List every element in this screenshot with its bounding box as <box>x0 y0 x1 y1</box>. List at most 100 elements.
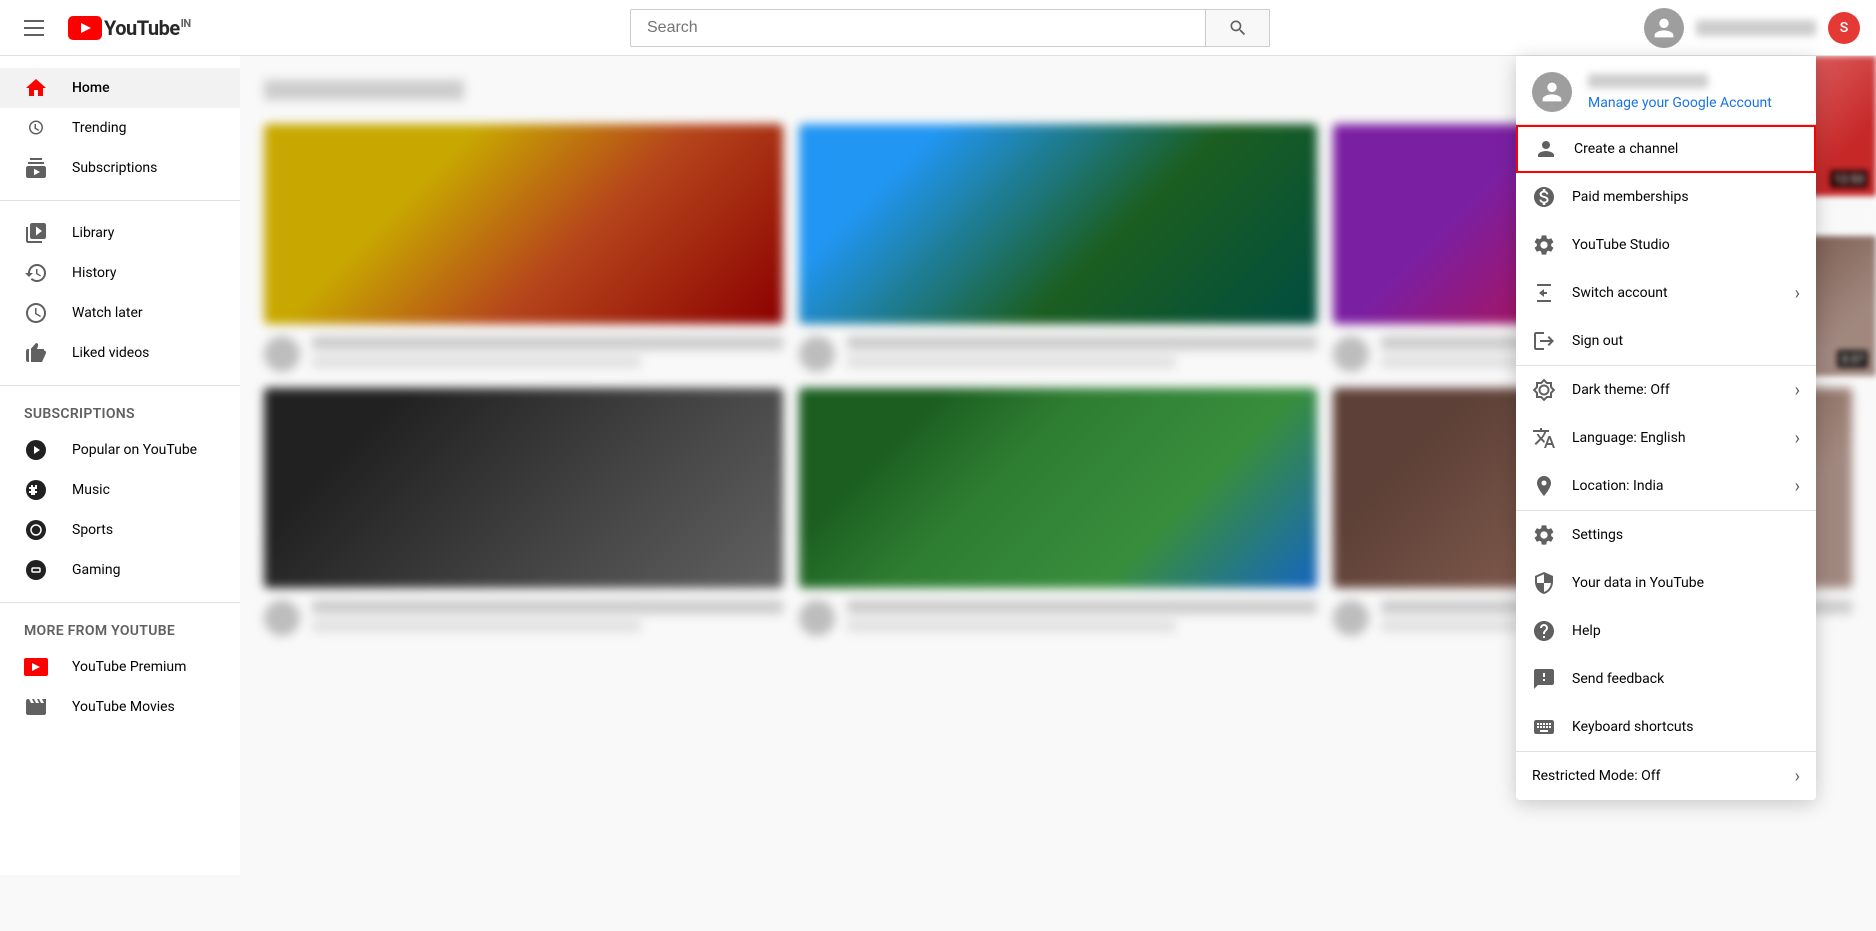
dropdown-item-sign-out[interactable]: Sign out <box>1516 317 1816 365</box>
premium-icon <box>24 655 48 679</box>
sidebar-item-home[interactable]: Home <box>0 68 240 108</box>
sign-out-label: Sign out <box>1572 333 1800 349</box>
video-meta-5 <box>847 620 1176 632</box>
location-label: Location: India <box>1572 478 1664 494</box>
gaming-icon <box>24 558 48 582</box>
help-icon <box>1532 619 1556 643</box>
video-thumbnail-1 <box>264 124 783 324</box>
avatar-icon <box>1650 14 1678 42</box>
dropdown-item-create-channel[interactable]: Create a channel <box>1516 125 1816 173</box>
sidebar-item-library[interactable]: Library <box>0 213 240 253</box>
video-avatar-5 <box>799 600 835 636</box>
popular-icon <box>24 438 48 462</box>
video-thumbnail-5 <box>799 388 1318 588</box>
dropdown-item-language[interactable]: Language: English › <box>1516 414 1816 462</box>
dropdown-item-your-data[interactable]: Your data in YouTube <box>1516 559 1816 607</box>
dropdown-item-location[interactable]: Location: India › <box>1516 462 1816 510</box>
sidebar-divider-1 <box>0 200 240 201</box>
user-dropdown-menu: Manage your Google Account Create a chan… <box>1516 56 1816 800</box>
dropdown-item-send-feedback[interactable]: Send feedback <box>1516 655 1816 703</box>
video-avatar-1 <box>264 336 300 372</box>
dropdown-item-youtube-studio[interactable]: YouTube Studio <box>1516 221 1816 269</box>
user-avatar[interactable] <box>1644 8 1684 48</box>
video-avatar-3 <box>1333 336 1369 372</box>
dropdown-avatar-icon <box>1538 78 1566 106</box>
video-card-4[interactable] <box>264 388 783 636</box>
dropdown-item-switch-account[interactable]: Switch account › <box>1516 269 1816 317</box>
home-icon <box>24 76 48 100</box>
video-avatar-2 <box>799 336 835 372</box>
dropdown-username-blurred <box>1588 74 1708 88</box>
user-avatar-small[interactable]: S <box>1828 12 1860 44</box>
video-card-2[interactable] <box>799 124 1318 372</box>
sidebar-item-subscriptions[interactable]: Subscriptions <box>0 148 240 188</box>
dropdown-item-settings[interactable]: Settings <box>1516 511 1816 559</box>
video-avatar-4 <box>264 600 300 636</box>
dropdown-user-section: Manage your Google Account <box>1516 56 1816 125</box>
search-input[interactable] <box>631 10 1205 46</box>
switch-account-chevron-icon: › <box>1795 283 1800 304</box>
watch-later-icon <box>24 301 48 325</box>
send-feedback-icon <box>1532 667 1556 691</box>
settings-label: Settings <box>1572 527 1800 543</box>
video-card-1[interactable] <box>264 124 783 372</box>
video-title-1 <box>312 336 783 350</box>
sidebar-item-watch-later[interactable]: Watch later <box>0 293 240 333</box>
send-feedback-label: Send feedback <box>1572 671 1800 687</box>
sidebar-item-history[interactable]: History <box>0 253 240 293</box>
subscriptions-icon <box>24 156 48 180</box>
sidebar-divider-2 <box>0 385 240 386</box>
dropdown-item-paid-memberships[interactable]: Paid memberships <box>1516 173 1816 221</box>
page-title <box>264 80 464 100</box>
dark-theme-icon <box>1532 378 1556 402</box>
dropdown-item-help[interactable]: Help <box>1516 607 1816 655</box>
paid-memberships-icon <box>1532 185 1556 209</box>
dark-theme-label: Dark theme: Off <box>1572 382 1670 398</box>
sidebar-item-trending[interactable]: Trending <box>0 108 240 148</box>
header: YouTubeIN S <box>0 0 1876 56</box>
keyboard-shortcuts-label: Keyboard shortcuts <box>1572 719 1800 735</box>
search-button[interactable] <box>1205 10 1269 46</box>
video-title-2 <box>847 336 1318 350</box>
hamburger-button[interactable] <box>16 12 52 44</box>
sidebar-item-premium[interactable]: YouTube Premium <box>0 647 240 687</box>
video-thumbnail-2 <box>799 124 1318 324</box>
header-center <box>256 9 1644 47</box>
sidebar-item-sports[interactable]: Sports <box>0 510 240 550</box>
liked-videos-icon <box>24 341 48 365</box>
video-meta-1 <box>312 356 641 368</box>
right-thumb-2-duration: 3:37 <box>1837 350 1868 368</box>
sidebar-item-popular[interactable]: Popular on YouTube <box>0 430 240 470</box>
paid-memberships-label: Paid memberships <box>1572 189 1800 205</box>
language-chevron-icon: › <box>1795 428 1800 449</box>
create-channel-label: Create a channel <box>1574 141 1798 157</box>
dropdown-item-dark-theme[interactable]: Dark theme: Off › <box>1516 366 1816 414</box>
logo-text: YouTubeIN <box>104 16 191 40</box>
dropdown-item-keyboard-shortcuts[interactable]: Keyboard shortcuts <box>1516 703 1816 751</box>
video-meta-2 <box>847 356 1176 368</box>
language-label: Language: English <box>1572 430 1686 446</box>
dropdown-section-2: Dark theme: Off › Language: English › Lo… <box>1516 366 1816 511</box>
sidebar-item-music[interactable]: Music <box>0 470 240 510</box>
youtube-logo[interactable]: YouTubeIN <box>68 16 191 40</box>
location-chevron-icon: › <box>1795 476 1800 497</box>
subscriptions-section-title: SUBSCRIPTIONS <box>0 398 240 430</box>
sidebar-item-gaming[interactable]: Gaming <box>0 550 240 590</box>
sign-out-icon <box>1532 329 1556 353</box>
dark-theme-chevron-icon: › <box>1795 380 1800 401</box>
create-channel-icon <box>1534 137 1558 161</box>
sidebar-item-movies[interactable]: YouTube Movies <box>0 687 240 727</box>
youtube-logo-icon <box>68 16 102 40</box>
movies-icon <box>24 695 48 719</box>
help-label: Help <box>1572 623 1800 639</box>
dropdown-restricted-mode[interactable]: Restricted Mode: Off › <box>1516 752 1816 800</box>
manage-google-account-link[interactable]: Manage your Google Account <box>1588 95 1772 111</box>
sidebar-item-liked-videos[interactable]: Liked videos <box>0 333 240 373</box>
keyboard-shortcuts-icon <box>1532 715 1556 739</box>
video-thumbnail-4 <box>264 388 783 588</box>
restricted-mode-label: Restricted Mode: Off <box>1532 768 1660 784</box>
sidebar-divider-3 <box>0 602 240 603</box>
video-card-5[interactable] <box>799 388 1318 636</box>
video-title-5 <box>847 600 1318 614</box>
youtube-studio-icon <box>1532 233 1556 257</box>
